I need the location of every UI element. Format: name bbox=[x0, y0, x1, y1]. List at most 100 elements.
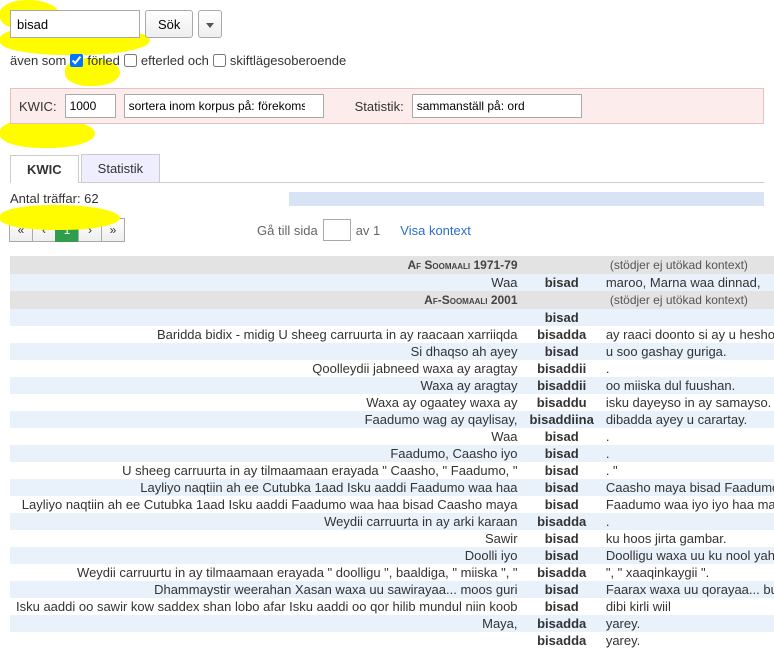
table-row[interactable]: Qoolleydii jabneed waxa ay aragtaybisadd… bbox=[10, 360, 774, 377]
progress-bar bbox=[289, 192, 764, 206]
kwic-right: maroo, Marna waa dinnad, bbox=[600, 274, 774, 291]
kwic-right: dibadda ayey u carartay. bbox=[600, 411, 774, 428]
table-row[interactable]: Maya,bisaddayarey. bbox=[10, 615, 774, 632]
kwic-left: Baridda bidix - midig U sheeg carruurta … bbox=[10, 326, 524, 343]
table-row[interactable]: Si dhaqso ah ayeybisadu soo gashay gurig… bbox=[10, 343, 774, 360]
stat-select[interactable]: sammanställ på: ord bbox=[412, 94, 582, 118]
kwic-size-select[interactable]: 1000 bbox=[65, 94, 116, 118]
kwic-left: Dhammaystir weerahan Xasan waxa uu sawir… bbox=[10, 581, 524, 598]
kwic-keyword: bisadda bbox=[524, 326, 600, 343]
kwic-keyword: bisad bbox=[524, 445, 600, 462]
case-checkbox[interactable] bbox=[213, 54, 226, 67]
efterled-checkbox[interactable] bbox=[124, 54, 137, 67]
goto-label: Gå till sida bbox=[257, 223, 318, 238]
kwic-keyword: bisaddii bbox=[524, 360, 600, 377]
case-label: skiftlägesoberoende bbox=[230, 53, 346, 68]
search-input[interactable] bbox=[10, 10, 140, 38]
kwic-left: Isku aaddi oo sawir kow saddex shan lobo… bbox=[10, 598, 524, 615]
forled-checkbox[interactable] bbox=[70, 54, 83, 67]
kwic-right: Faarax waxa uu qorayaa... buug ma bbox=[600, 581, 774, 598]
options-prefix: även som bbox=[10, 53, 66, 68]
kwic-right: . " bbox=[600, 462, 774, 479]
kwic-keyword: bisad bbox=[524, 274, 600, 291]
table-row[interactable]: Sawirbisadku hoos jirta gambar. bbox=[10, 530, 774, 547]
table-row[interactable]: Waxa ay aragtaybisaddiioo miiska dul fuu… bbox=[10, 377, 774, 394]
kwic-left: Weydii carruurtu in ay tilmaamaan erayad… bbox=[10, 564, 524, 581]
kwic-right: u soo gashay guriga. bbox=[600, 343, 774, 360]
kwic-keyword: bisad bbox=[524, 598, 600, 615]
kwic-left: Waa bbox=[10, 274, 524, 291]
kwic-keyword: bisadda bbox=[524, 615, 600, 632]
kwic-keyword: bisaddiina bbox=[524, 411, 600, 428]
kwic-keyword: bisadda bbox=[524, 513, 600, 530]
stat-label: Statistik: bbox=[355, 99, 404, 114]
corpus-name: Af-Soomaali 2001 bbox=[10, 291, 524, 309]
forled-label: förled bbox=[87, 53, 120, 68]
kwic-size-label: KWIC: bbox=[19, 99, 57, 114]
table-row[interactable]: Layliyo naqtiin ah ee Cutubka 1aad Isku … bbox=[10, 479, 774, 496]
kwic-left: Waxa ay ogaatey waxa ay bbox=[10, 394, 524, 411]
kwic-keyword: bisadda bbox=[524, 632, 600, 649]
table-row[interactable]: Faadumo, Caasho iyobisad. bbox=[10, 445, 774, 462]
kwic-left: Layliyo naqtiin ah ee Cutubka 1aad Isku … bbox=[10, 479, 524, 496]
tab-statistik[interactable]: Statistik bbox=[81, 154, 161, 182]
kwic-right: ", " xaaqinkaygii ". bbox=[600, 564, 774, 581]
kwic-left: U sheeg carruurta in ay tilmaamaan eraya… bbox=[10, 462, 524, 479]
table-row[interactable]: Waabisad. bbox=[10, 428, 774, 445]
kwic-keyword: bisadda bbox=[524, 564, 600, 581]
table-row[interactable]: U sheeg carruurta in ay tilmaamaan eraya… bbox=[10, 462, 774, 479]
table-row[interactable]: Doolli iyobisadDoolligu waxa uu ku nool … bbox=[10, 547, 774, 564]
table-row[interactable]: Weydii carruurta in ay arki karaanbisadd… bbox=[10, 513, 774, 530]
kwic-keyword: bisaddii bbox=[524, 377, 600, 394]
table-row[interactable]: bisad bbox=[10, 309, 774, 326]
search-dropdown[interactable] bbox=[198, 10, 222, 38]
kwic-right: ku hoos jirta gambar. bbox=[600, 530, 774, 547]
kwic-left bbox=[10, 632, 524, 649]
chevron-down-icon bbox=[206, 23, 214, 28]
kwic-right: ay raaci doonto si ay u hesho cunta bbox=[600, 326, 774, 343]
hit-count: Antal träffar: 62 bbox=[10, 191, 99, 206]
table-row[interactable]: Dhammaystir weerahan Xasan waxa uu sawir… bbox=[10, 581, 774, 598]
kwic-left: Faadumo, Caasho iyo bbox=[10, 445, 524, 462]
kwic-keyword: bisad bbox=[524, 496, 600, 513]
table-row[interactable]: Faadumo wag ay qaylisay,bisaddiinadibadd… bbox=[10, 411, 774, 428]
kwic-keyword: bisad bbox=[524, 428, 600, 445]
kwic-keyword: bisad bbox=[524, 343, 600, 360]
kwic-left: Faadumo wag ay qaylisay, bbox=[10, 411, 524, 428]
table-row[interactable]: Layliyo naqtiin ah ee Cutubka 1aad Isku … bbox=[10, 496, 774, 513]
kwic-keyword: bisad bbox=[524, 309, 600, 326]
kwic-keyword: bisad bbox=[524, 462, 600, 479]
kwic-keyword: bisad bbox=[524, 581, 600, 598]
corpus-note: (stödjer ej utökad kontext) bbox=[600, 291, 774, 309]
kwic-left: Si dhaqso ah ayey bbox=[10, 343, 524, 360]
search-button[interactable]: Sök bbox=[145, 10, 193, 38]
kwic-right: Faadumo waa iyo iyo haa maya Ca bbox=[600, 496, 774, 513]
kwic-left: Maya, bbox=[10, 615, 524, 632]
kwic-table: Af Soomaali 1971-79 (stödjer ej utökad ko… bbox=[10, 256, 774, 649]
table-row[interactable]: bisaddayarey. bbox=[10, 632, 774, 649]
kwic-left: Waxa ay aragtay bbox=[10, 377, 524, 394]
kwic-right: yarey. bbox=[600, 615, 774, 632]
kwic-keyword: bisad bbox=[524, 479, 600, 496]
sort-select[interactable]: sortera inom korpus på: förekomst bbox=[124, 94, 324, 118]
kwic-left: Qoolleydii jabneed waxa ay aragtay bbox=[10, 360, 524, 377]
corpus-note: (stödjer ej utökad kontext) bbox=[600, 256, 774, 274]
kwic-right: oo miiska dul fuushan. bbox=[600, 377, 774, 394]
kwic-right: yarey. bbox=[600, 632, 774, 649]
kwic-keyword: bisad bbox=[524, 530, 600, 547]
kwic-left: Layliyo naqtiin ah ee Cutubka 1aad Isku … bbox=[10, 496, 524, 513]
kwic-keyword: bisad bbox=[524, 547, 600, 564]
corpus-name: Af Soomaali 1971-79 bbox=[10, 256, 524, 274]
table-row[interactable]: Isku aaddi oo sawir kow saddex shan lobo… bbox=[10, 598, 774, 615]
kwic-keyword: bisaddu bbox=[524, 394, 600, 411]
table-row[interactable]: Weydii carruurtu in ay tilmaamaan erayad… bbox=[10, 564, 774, 581]
kwic-left: Waa bbox=[10, 428, 524, 445]
kwic-right: . bbox=[600, 513, 774, 530]
table-row[interactable]: Baridda bidix - midig U sheeg carruurta … bbox=[10, 326, 774, 343]
goto-input[interactable] bbox=[323, 219, 351, 241]
table-row[interactable]: Waxa ay ogaatey waxa aybisadduisku dayey… bbox=[10, 394, 774, 411]
tab-kwic[interactable]: KWIC bbox=[10, 155, 79, 183]
show-context-link[interactable]: Visa kontext bbox=[400, 223, 471, 238]
table-row[interactable]: Waabisadmaroo, Marna waa dinnad, bbox=[10, 274, 774, 291]
kwic-right: isku dayeyso in ay samayso. bbox=[600, 394, 774, 411]
